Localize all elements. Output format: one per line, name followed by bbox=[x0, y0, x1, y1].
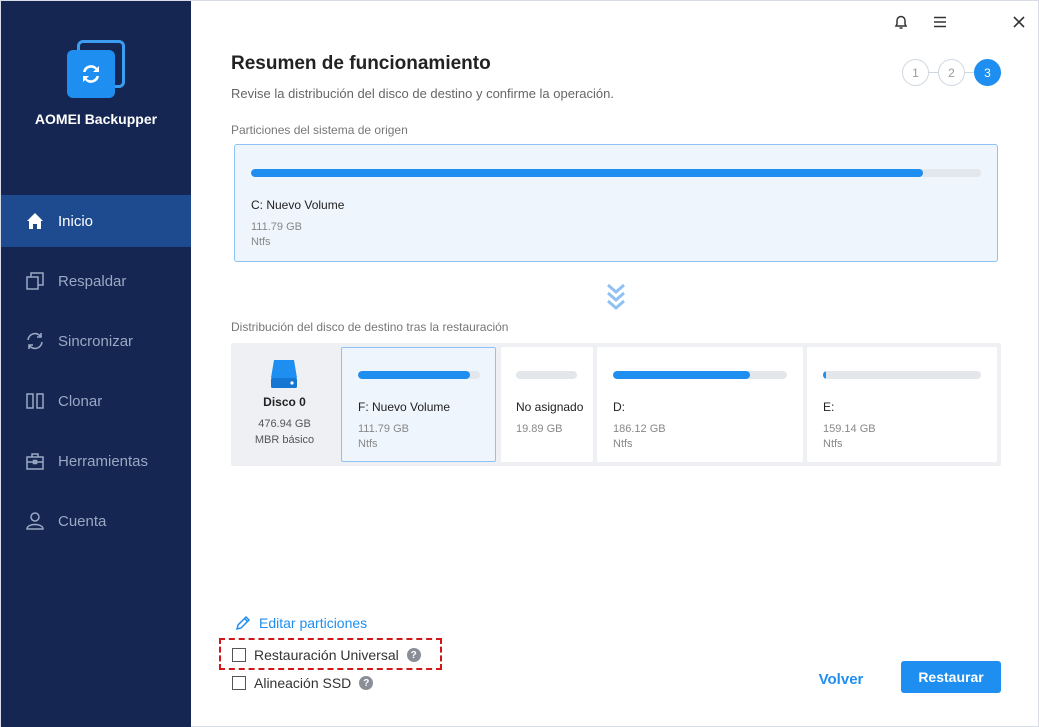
restore-button[interactable]: Restaurar bbox=[901, 661, 1001, 693]
usage-bar bbox=[516, 371, 577, 379]
clone-icon bbox=[25, 391, 45, 411]
sidebar-item-label: Inicio bbox=[58, 212, 94, 230]
partition-name: C: Nuevo Volume bbox=[251, 198, 345, 212]
disk-info: Disco 0 476.94 GB MBR básico bbox=[231, 343, 338, 466]
partition-size: 159.14 GB bbox=[823, 423, 876, 435]
chevrons-down-icon bbox=[605, 282, 627, 312]
destination-section-label: Distribución del disco de destino tras l… bbox=[231, 320, 509, 334]
usage-bar bbox=[613, 371, 787, 379]
step-2: 2 bbox=[938, 59, 965, 86]
source-section-label: Particiones del sistema de origen bbox=[231, 123, 408, 137]
sync-icon bbox=[25, 331, 45, 351]
app-logo-icon bbox=[67, 40, 125, 98]
help-icon[interactable]: ? bbox=[406, 648, 421, 662]
step-1: 1 bbox=[902, 59, 929, 86]
partition-fs: Ntfs bbox=[251, 236, 271, 248]
universal-restore-option[interactable]: Restauración Universal ? bbox=[232, 647, 421, 663]
ssd-alignment-option[interactable]: Alineación SSD ? bbox=[232, 675, 374, 691]
close-icon[interactable] bbox=[1008, 11, 1030, 33]
ssd-alignment-label: Alineación SSD bbox=[254, 675, 352, 691]
edit-partitions-label: Editar particiones bbox=[259, 615, 368, 631]
usage-bar bbox=[251, 169, 981, 177]
destination-partition-unallocated[interactable]: No asignado 19.89 GB bbox=[501, 347, 593, 462]
step-3: 3 bbox=[974, 59, 1001, 86]
partition-size: 186.12 GB bbox=[613, 423, 666, 435]
ssd-alignment-checkbox[interactable] bbox=[232, 676, 246, 690]
universal-restore-label: Restauración Universal bbox=[254, 647, 399, 663]
partition-fs: Ntfs bbox=[823, 438, 843, 450]
app-name: AOMEI Backupper bbox=[34, 111, 158, 127]
back-button[interactable]: Volver bbox=[806, 665, 876, 693]
partition-size: 111.79 GB bbox=[358, 423, 409, 435]
page-subtitle: Revise la distribución del disco de dest… bbox=[231, 86, 614, 101]
home-icon bbox=[25, 211, 45, 231]
pencil-icon bbox=[235, 615, 251, 631]
sidebar-item-inicio[interactable]: Inicio bbox=[1, 195, 191, 247]
sidebar: AOMEI Backupper Inicio Respaldar Sincron… bbox=[1, 1, 191, 727]
disk-name: Disco 0 bbox=[263, 395, 306, 409]
step-indicator: 1 2 3 bbox=[902, 59, 1001, 86]
sidebar-item-sincronizar[interactable]: Sincronizar bbox=[1, 315, 191, 367]
bell-icon[interactable] bbox=[890, 11, 912, 33]
copy-icon bbox=[25, 271, 45, 291]
sidebar-item-label: Sincronizar bbox=[58, 332, 134, 350]
sidebar-item-label: Clonar bbox=[58, 392, 103, 410]
partition-fs: Ntfs bbox=[358, 438, 378, 450]
partition-fs: Ntfs bbox=[613, 438, 633, 450]
usage-bar-fill bbox=[251, 169, 923, 177]
partition-name: No asignado bbox=[516, 400, 584, 414]
usage-bar bbox=[823, 371, 981, 379]
sidebar-item-respaldar[interactable]: Respaldar bbox=[1, 255, 191, 307]
partition-name: F: Nuevo Volume bbox=[358, 400, 451, 414]
sidebar-item-cuenta[interactable]: Cuenta bbox=[1, 495, 191, 547]
destination-partition-d[interactable]: D: 186.12 GB Ntfs bbox=[597, 347, 803, 462]
partition-size: 111.79 GB bbox=[251, 221, 302, 233]
destination-disk-layout: Disco 0 476.94 GB MBR básico F: Nuevo Vo… bbox=[231, 343, 1001, 466]
destination-partition-f[interactable]: F: Nuevo Volume 111.79 GB Ntfs bbox=[341, 347, 496, 462]
sidebar-item-herramientas[interactable]: Herramientas bbox=[1, 435, 191, 487]
page-title: Resumen de funcionamiento bbox=[231, 53, 491, 74]
help-icon[interactable]: ? bbox=[359, 676, 374, 690]
disk-icon bbox=[269, 358, 299, 395]
sidebar-item-label: Herramientas bbox=[58, 452, 149, 470]
edit-partitions-link[interactable]: Editar particiones bbox=[235, 615, 367, 631]
partition-size: 19.89 GB bbox=[516, 423, 563, 435]
disk-size: 476.94 GB bbox=[258, 418, 311, 430]
usage-bar-fill bbox=[358, 371, 471, 379]
user-icon bbox=[25, 511, 45, 531]
usage-bar-fill bbox=[613, 371, 751, 379]
universal-restore-checkbox[interactable] bbox=[232, 648, 246, 662]
sidebar-item-clonar[interactable]: Clonar bbox=[1, 375, 191, 427]
partition-name: E: bbox=[823, 400, 835, 414]
toolbox-icon bbox=[25, 451, 45, 471]
partition-name: D: bbox=[613, 400, 625, 414]
disk-type: MBR básico bbox=[254, 434, 315, 446]
usage-bar bbox=[358, 371, 480, 379]
destination-partition-e[interactable]: E: 159.14 GB Ntfs bbox=[807, 347, 997, 462]
sidebar-nav: Inicio Respaldar Sincronizar Clonar Herr… bbox=[1, 195, 191, 555]
usage-bar-fill bbox=[823, 371, 827, 379]
sidebar-item-label: Respaldar bbox=[58, 272, 127, 290]
menu-icon[interactable] bbox=[929, 11, 951, 33]
source-partition-card[interactable]: C: Nuevo Volume 111.79 GB Ntfs bbox=[234, 144, 998, 262]
app-window: AOMEI Backupper Inicio Respaldar Sincron… bbox=[0, 0, 1039, 727]
sidebar-item-label: Cuenta bbox=[58, 512, 107, 530]
